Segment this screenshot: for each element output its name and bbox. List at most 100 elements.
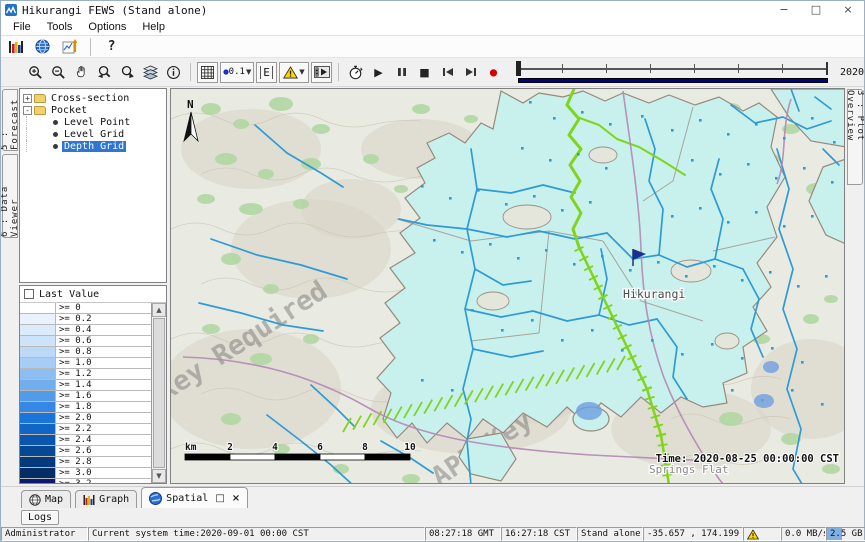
time-slider-tick <box>782 64 783 73</box>
legend-color-swatch <box>20 413 56 423</box>
legend-color-swatch <box>20 303 56 313</box>
node-icon <box>53 132 58 137</box>
globe-icon[interactable] <box>32 36 53 57</box>
legend-row: >= 2.0 <box>20 413 151 424</box>
record-icon[interactable]: ● <box>483 62 504 83</box>
status-cell-0-0-mb-s: 0.0 MB/s <box>781 527 826 541</box>
zoom-next-icon[interactable] <box>117 62 138 83</box>
legend-row: >= 2.4 <box>20 435 151 446</box>
tree-item-cross-section[interactable]: +Cross-section <box>21 92 165 104</box>
timer-icon[interactable] <box>345 62 366 83</box>
status-cell-warning-icon <box>743 527 781 541</box>
tab-map[interactable]: Map <box>21 490 71 508</box>
stop-icon[interactable]: ■ <box>414 62 435 83</box>
menu-item-options[interactable]: Options <box>80 21 134 33</box>
scroll-down-icon[interactable]: ▼ <box>152 469 166 483</box>
legend-value-label: >= 0.6 <box>56 336 92 346</box>
tree-item-level-point[interactable]: Level Point <box>21 116 165 128</box>
warning-icon[interactable] <box>747 533 759 541</box>
classification-button[interactable]: E <box>256 62 277 83</box>
next-step-icon[interactable] <box>460 62 481 83</box>
close-button[interactable]: × <box>832 1 864 19</box>
tree-expander[interactable]: + <box>23 94 32 103</box>
tab-label: Graph <box>99 494 129 505</box>
tab-restore-icon[interactable]: □ <box>215 493 224 504</box>
tree-expander[interactable]: - <box>23 106 32 115</box>
menu-item-help[interactable]: Help <box>134 21 173 33</box>
chevron-down-icon: ▼ <box>299 68 304 76</box>
zoom-previous-icon[interactable] <box>94 62 115 83</box>
play-icon[interactable]: ▶ <box>368 62 389 83</box>
tree-spacer <box>40 130 49 139</box>
sidebar-tab-3-plot-overview[interactable]: 3 : Plot Overview <box>847 89 863 185</box>
pause-icon[interactable] <box>391 62 412 83</box>
threshold-dropdown-icon[interactable]: 0.1▼ <box>220 62 254 83</box>
maximize-button[interactable]: □ <box>800 1 832 19</box>
zoom-in-icon[interactable] <box>25 62 46 83</box>
info-icon[interactable] <box>163 62 184 83</box>
warning-dropdown-icon[interactable]: ▼ <box>279 62 309 83</box>
layers-icon[interactable] <box>140 62 161 83</box>
zoom-out-icon[interactable] <box>48 62 69 83</box>
status-cell-text: 0.0 MB/s <box>785 529 826 539</box>
help-icon[interactable]: ? <box>101 36 122 57</box>
legend-value-label: >= 2.0 <box>56 413 92 423</box>
sidebar-tab-6-data-viewer[interactable]: 6 : Data Viewer <box>2 154 18 238</box>
legend-color-swatch <box>20 314 56 324</box>
menu-item-tools[interactable]: Tools <box>39 21 81 33</box>
time-slider-tick <box>694 64 695 73</box>
tree-item-label: Depth Grid <box>62 141 126 152</box>
time-slider[interactable] <box>516 60 830 84</box>
svg-text:4: 4 <box>272 442 278 453</box>
menu-item-file[interactable]: File <box>5 21 39 33</box>
tab-spatial[interactable]: Spatial □ × <box>141 487 248 508</box>
timeseries-dialog-icon[interactable] <box>59 36 80 57</box>
legend-value-label: >= 1.6 <box>56 391 92 401</box>
legend-color-swatch <box>20 336 56 346</box>
time-slider-handle[interactable] <box>516 61 521 76</box>
legend-color-swatch <box>20 479 56 483</box>
tree-spacer <box>40 118 49 127</box>
svg-text:6: 6 <box>317 442 323 453</box>
status-cell-text: Current system time:2020-09-01 00:00 CST <box>92 529 309 539</box>
tab-close-icon[interactable]: × <box>232 493 240 504</box>
tree-item-level-grid[interactable]: Level Grid <box>21 128 165 140</box>
window-title: Hikurangi FEWS (Stand alone) <box>22 4 207 17</box>
legend-color-swatch <box>20 468 56 478</box>
status-bar: Administrator Current system time:2020-09… <box>1 527 864 541</box>
status-cell-text: 16:27:18 CST <box>505 529 570 539</box>
legend-value-label: >= 0.8 <box>56 347 92 357</box>
spatial-map[interactable]: API Key Required API Key Required <box>170 88 845 484</box>
logs-row: Logs <box>1 508 864 527</box>
node-icon <box>53 144 58 149</box>
pan-icon[interactable] <box>71 62 92 83</box>
status-cell-2-5-gb: 2.5 GB <box>826 527 865 541</box>
grid-display-icon[interactable] <box>197 62 218 83</box>
movie-player-icon[interactable] <box>311 62 332 83</box>
legend-scrollbar[interactable]: ▲ ▼ <box>151 303 166 483</box>
sidebar-tab-5-forecast[interactable]: 5 : Forecast <box>2 89 18 151</box>
current-time-display: 2020-08-25 00:00:00 CST <box>840 67 865 78</box>
status-cell-text: Administrator <box>5 529 75 539</box>
minimize-button[interactable]: − <box>768 1 800 19</box>
legend-row: >= 2.2 <box>20 424 151 435</box>
legend-value-label: >= 2.4 <box>56 435 92 445</box>
status-cell-text: 2.5 GB <box>830 529 863 539</box>
legend-value-label: >= 1.8 <box>56 402 92 412</box>
scroll-up-icon[interactable]: ▲ <box>152 303 166 317</box>
scrollbar-thumb[interactable] <box>153 318 165 468</box>
status-cell-administrator: Administrator <box>1 527 88 541</box>
tab-graph[interactable]: Graph <box>75 490 137 508</box>
legend-row: >= 0 <box>20 303 151 314</box>
previous-step-icon[interactable] <box>437 62 458 83</box>
legend-color-swatch <box>20 391 56 401</box>
logs-button[interactable]: Logs <box>21 510 59 525</box>
tree-item-depth-grid[interactable]: Depth Grid <box>21 140 165 152</box>
title-bar: Hikurangi FEWS (Stand alone) − □ × <box>1 1 864 19</box>
filter-tree: +Cross-section-PocketLevel PointLevel Gr… <box>19 88 167 283</box>
last-value-checkbox[interactable] <box>24 289 34 299</box>
time-slider-tick <box>606 64 607 73</box>
tree-item-pocket[interactable]: -Pocket <box>21 104 165 116</box>
database-chart-icon[interactable] <box>5 36 26 57</box>
status-cell-current-system-time-2020-09-01-00-00-cst: Current system time:2020-09-01 00:00 CST <box>88 527 425 541</box>
